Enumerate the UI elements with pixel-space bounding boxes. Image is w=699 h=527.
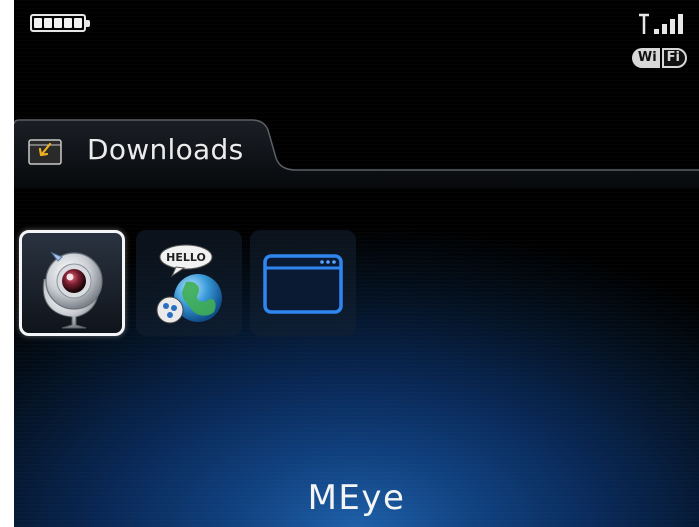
wifi-badge-left: Wi (631, 48, 660, 68)
battery-full-icon (30, 14, 90, 32)
wifi-badge-right: Fi (661, 48, 687, 68)
home-screen: Wi Fi Downloads HELLO MEye (14, 0, 699, 527)
hello-globe-icon: HELLO (156, 244, 222, 324)
app-icon-hello-globe[interactable]: HELLO (136, 230, 242, 336)
svg-text:HELLO: HELLO (166, 251, 206, 264)
signal-bars-icon (639, 13, 683, 34)
browser-window-icon (263, 254, 343, 314)
wifi-badge: Wi Fi (631, 47, 687, 69)
selected-app-label: MEye (307, 478, 406, 518)
app-icon-meye[interactable] (19, 230, 125, 336)
app-icon-browser-window[interactable] (250, 230, 356, 336)
webcam-icon (42, 251, 103, 329)
folder-title: Downloads (87, 133, 244, 166)
folder-download-icon (28, 139, 62, 165)
